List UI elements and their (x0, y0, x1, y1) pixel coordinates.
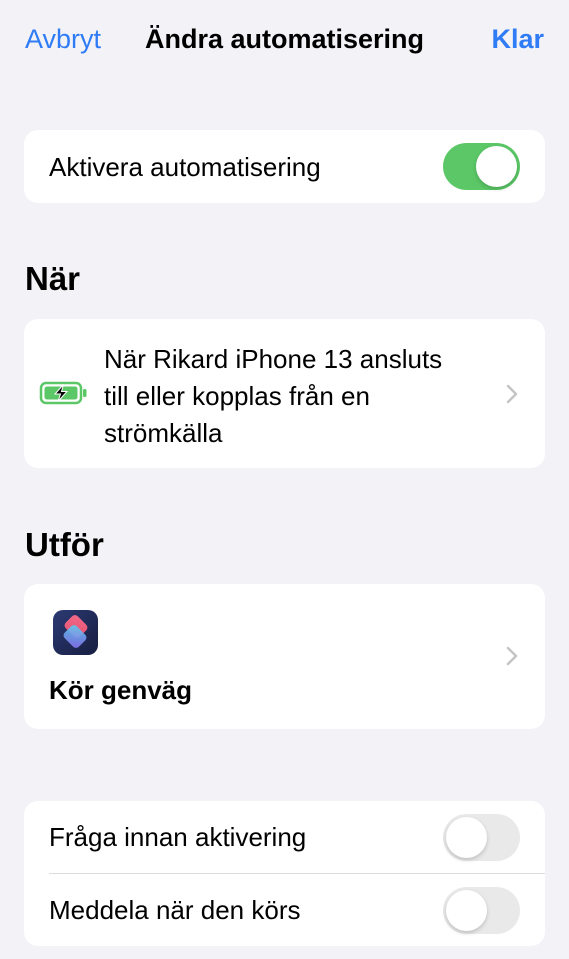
trigger-description: När Rikard iPhone 13 ansluts till eller … (104, 341, 442, 452)
toggle-knob (446, 890, 487, 931)
shortcuts-app-icon (53, 610, 98, 660)
toggle-knob (446, 817, 487, 858)
cancel-button[interactable]: Avbryt (25, 24, 101, 55)
chevron-right-icon (506, 646, 518, 666)
trigger-row[interactable]: När Rikard iPhone 13 ansluts till eller … (24, 319, 545, 468)
ask-before-running-toggle[interactable] (443, 814, 520, 861)
trigger-line: till eller kopplas från en (104, 381, 370, 411)
action-row[interactable]: Kör genväg (24, 584, 545, 729)
notify-when-run-toggle[interactable] (443, 887, 520, 934)
enable-automation-row: Aktivera automatisering (24, 130, 545, 203)
action-label: Kör genväg (49, 675, 193, 705)
navigation-bar: Ändra automatisering Avbryt Klar (0, 0, 569, 84)
row-divider (49, 873, 545, 874)
ask-before-running-label: Fråga innan aktivering (49, 822, 307, 852)
enable-automation-toggle[interactable] (443, 143, 520, 190)
done-button[interactable]: Klar (491, 24, 544, 55)
trigger-line: När Rikard iPhone 13 ansluts (104, 344, 443, 374)
trigger-line: strömkälla (104, 418, 223, 448)
enable-automation-label: Aktivera automatisering (49, 152, 321, 182)
options-group: Fråga innan aktivering Meddela när den k… (24, 801, 545, 946)
battery-charging-icon (39, 379, 89, 412)
when-section-header: När (25, 260, 81, 297)
notify-when-run-label: Meddela när den körs (49, 895, 301, 925)
do-section-header: Utför (25, 526, 104, 563)
toggle-knob (476, 146, 517, 187)
chevron-right-icon (506, 384, 518, 404)
